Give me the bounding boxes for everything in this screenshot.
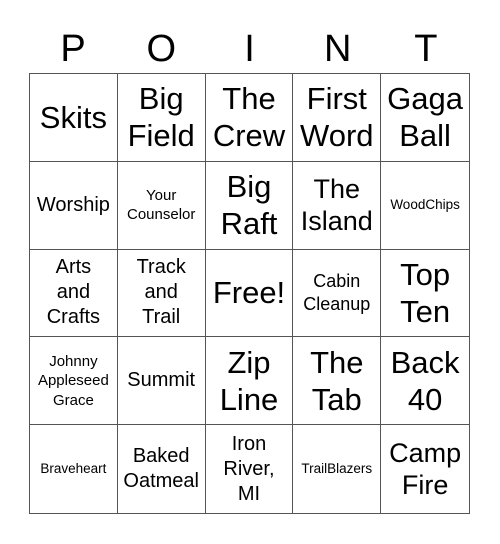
- bingo-cell[interactable]: Zip Line: [205, 337, 294, 426]
- bingo-cell[interactable]: WoodChips: [381, 162, 469, 250]
- bingo-grid: Skits Big Field The Crew First Word Gaga Bal…: [29, 73, 470, 514]
- bingo-header: P O I N T: [29, 26, 470, 72]
- bingo-cell[interactable]: Braveheart: [30, 425, 118, 513]
- bingo-cell[interactable]: The Crew: [205, 74, 294, 162]
- bingo-cell[interactable]: Summit: [117, 337, 206, 426]
- bingo-cell[interactable]: Iron River, MI: [206, 425, 294, 513]
- bingo-cell[interactable]: Your Counselor: [117, 161, 206, 250]
- bingo-cell[interactable]: Top Ten: [381, 250, 469, 338]
- free-space-cell[interactable]: Free!: [205, 249, 294, 338]
- bingo-cell[interactable]: First Word: [293, 74, 382, 162]
- header-letter-o: O: [146, 28, 177, 70]
- bingo-cell[interactable]: Track and Trail: [117, 249, 206, 338]
- bingo-cell[interactable]: The Tab: [293, 337, 382, 426]
- bingo-cell[interactable]: Big Field: [117, 74, 206, 162]
- bingo-cell[interactable]: Skits: [30, 74, 118, 162]
- header-letter-p: P: [60, 28, 86, 70]
- bingo-cell[interactable]: Big Raft: [205, 161, 294, 250]
- header-letter-i: I: [244, 28, 255, 70]
- header-letter-n: N: [323, 28, 352, 70]
- bingo-cell[interactable]: Worship: [30, 161, 118, 250]
- bingo-cell[interactable]: Johnny Appleseed Grace: [30, 337, 118, 426]
- bingo-cell[interactable]: Back 40: [381, 337, 469, 426]
- header-letter-t: T: [414, 28, 438, 70]
- bingo-cell[interactable]: Camp Fire: [381, 425, 469, 513]
- bingo-cell[interactable]: Baked Oatmeal: [118, 425, 206, 513]
- bingo-cell[interactable]: Cabin Cleanup: [293, 249, 382, 338]
- bingo-cell[interactable]: TrailBlazers: [293, 425, 382, 513]
- bingo-cell[interactable]: Gaga Ball: [381, 74, 469, 162]
- bingo-cell[interactable]: The Island: [293, 161, 382, 250]
- bingo-cell[interactable]: Arts and Crafts: [30, 249, 118, 338]
